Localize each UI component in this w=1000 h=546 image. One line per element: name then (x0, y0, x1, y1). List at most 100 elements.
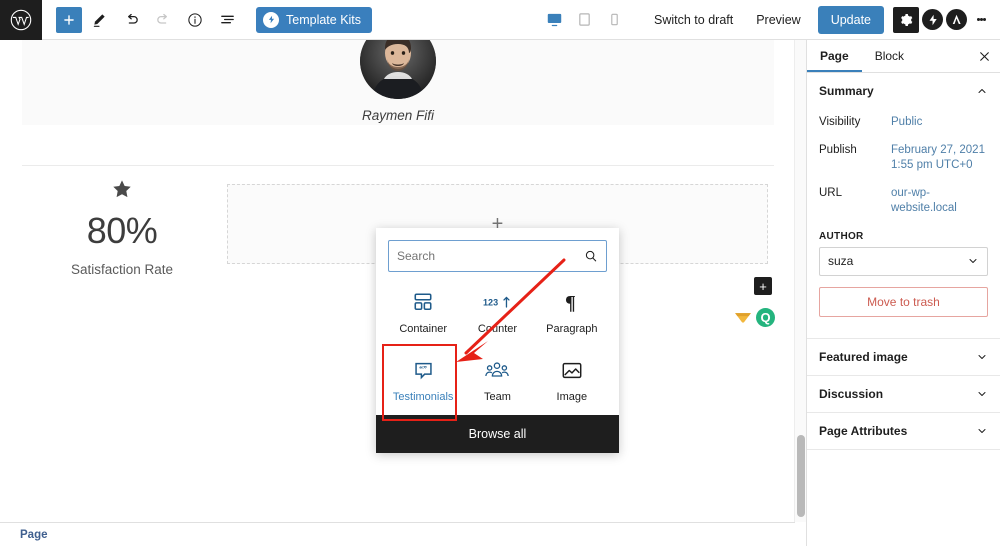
svg-text:¶: ¶ (565, 292, 576, 313)
preview-desktop-icon[interactable] (541, 7, 567, 33)
block-label: Paragraph (546, 322, 598, 335)
counter-value: 80% (86, 210, 158, 251)
block-counter[interactable]: 123 Counter (460, 278, 534, 347)
move-to-trash-button[interactable]: Move to trash (819, 286, 988, 317)
testimonial-author-name: Raymen Fifi (361, 108, 434, 123)
row-value[interactable]: February 27, 2021 1:55 pm UTC+0 (891, 143, 988, 174)
counter-label: Satisfaction Rate (70, 262, 174, 277)
search-input[interactable] (389, 241, 606, 271)
row-publish: Publish February 27, 2021 1:55 pm UTC+0 (819, 137, 988, 180)
search-icon (584, 249, 598, 263)
row-value[interactable]: Public (891, 115, 922, 131)
counter-block[interactable]: 80% Satisfaction Rate (22, 178, 222, 277)
counter-icon: 123 (483, 290, 511, 314)
author-label: AUTHOR (819, 230, 864, 242)
preview-mobile-icon[interactable] (601, 7, 627, 33)
block-label: Image (556, 391, 588, 404)
device-preview-group (541, 7, 627, 33)
page-attributes-header[interactable]: Page Attributes (819, 413, 988, 449)
author-value: suza (828, 254, 854, 269)
template-kits-button[interactable]: Template Kits (256, 6, 373, 33)
kebab-menu-icon[interactable] (970, 7, 992, 33)
canvas-scrollbar-track[interactable] (794, 40, 806, 522)
canvas-scrollbar-thumb[interactable] (797, 435, 805, 517)
section-discussion: Discussion (807, 376, 1000, 413)
browse-all-button[interactable]: Browse all (376, 415, 619, 453)
row-visibility: Visibility Public (819, 109, 988, 137)
undo-button[interactable] (116, 6, 146, 34)
inserter-search-area (376, 228, 619, 272)
inline-add-block-button[interactable]: + (754, 277, 772, 295)
tab-block[interactable]: Block (862, 40, 917, 72)
tools-pencil-button[interactable] (84, 6, 114, 34)
details-info-button[interactable] (180, 6, 210, 34)
section-summary: Summary Visibility Public Publish Februa… (807, 73, 1000, 339)
top-bar-left-tools: Template Kits (42, 6, 373, 34)
block-label: Team (484, 391, 511, 404)
chevron-down-icon (976, 388, 988, 400)
testimonials-icon: “” (413, 358, 434, 382)
inserter-block-grid: Container 123 Counter ¶ Paragraph “” Tes… (376, 272, 619, 421)
jetpack-logo-icon[interactable] (922, 9, 943, 30)
inserter-search-field[interactable] (388, 240, 607, 272)
sidebar-tabs: Page Block (807, 40, 1000, 73)
block-container[interactable]: Container (386, 278, 460, 347)
block-team[interactable]: Team (460, 347, 534, 416)
chevron-down-icon (967, 255, 979, 267)
green-plugin-badge-icon[interactable]: Q (756, 308, 775, 327)
discussion-header[interactable]: Discussion (819, 376, 988, 412)
container-icon (412, 290, 434, 314)
svg-text:“”: “” (419, 364, 427, 373)
tab-page[interactable]: Page (807, 40, 862, 72)
chevron-down-icon (976, 425, 988, 437)
yellow-plugin-badge-icon[interactable] (734, 311, 752, 325)
block-label: Counter (477, 322, 518, 335)
list-view-button[interactable] (212, 6, 242, 34)
summary-title: Summary (819, 84, 874, 98)
switch-to-draft-button[interactable]: Switch to draft (644, 6, 743, 34)
chevron-up-icon (976, 85, 988, 97)
block-label: Testimonials (392, 391, 454, 404)
astra-logo-icon[interactable] (946, 9, 967, 30)
close-icon[interactable] (968, 40, 1000, 72)
editor-settings-sidebar: Page Block Summary Visibility Public Pub… (806, 40, 1000, 546)
featured-image-header[interactable]: Featured image (819, 339, 988, 375)
add-block-button[interactable] (56, 6, 82, 33)
block-paragraph[interactable]: ¶ Paragraph (535, 278, 609, 347)
avatar-image (360, 40, 436, 99)
section-featured-image: Featured image (807, 339, 1000, 376)
block-testimonials[interactable]: “” Testimonials (382, 343, 460, 421)
row-value[interactable]: our-wp-website.local (891, 186, 988, 217)
redo-button[interactable] (148, 6, 178, 34)
selection-highlight (382, 343, 458, 421)
section-title: Featured image (819, 349, 908, 364)
row-key: URL (819, 186, 843, 199)
template-kits-label: Template Kits (286, 12, 362, 27)
wordpress-logo-icon[interactable] (0, 0, 42, 40)
update-button[interactable]: Update (817, 5, 884, 34)
settings-gear-icon[interactable] (893, 6, 919, 33)
summary-rows: Visibility Public Publish February 27, 2… (819, 109, 988, 338)
editor-top-bar: Template Kits Switch to draft Preview Up… (0, 0, 1000, 40)
block-image[interactable]: Image (535, 347, 609, 416)
top-bar-right-tools: Switch to draft Preview Update (541, 5, 1000, 34)
team-icon (485, 358, 510, 382)
star-icon (111, 178, 133, 204)
section-page-attributes: Page Attributes (807, 413, 1000, 450)
svg-text:123: 123 (483, 297, 498, 307)
block-inserter-popup: Container 123 Counter ¶ Paragraph (376, 228, 619, 453)
preview-tablet-icon[interactable] (571, 7, 597, 33)
row-key: Visibility (819, 116, 861, 128)
content-divider (22, 165, 774, 166)
editor-bottom-bar: Page (0, 522, 795, 546)
author-select[interactable]: suza (819, 246, 988, 276)
summary-header[interactable]: Summary (819, 73, 988, 109)
testimonial-hero-block[interactable]: Raymen Fifi (22, 40, 774, 125)
breadcrumb[interactable]: Page (0, 529, 48, 541)
preview-button[interactable]: Preview (746, 6, 810, 34)
template-kits-badge-icon (263, 11, 279, 28)
section-title: Discussion (819, 386, 884, 401)
block-label: Container (399, 322, 448, 335)
paragraph-icon: ¶ (562, 290, 582, 314)
wordpress-block-editor: Template Kits Switch to draft Preview Up… (0, 0, 1000, 546)
